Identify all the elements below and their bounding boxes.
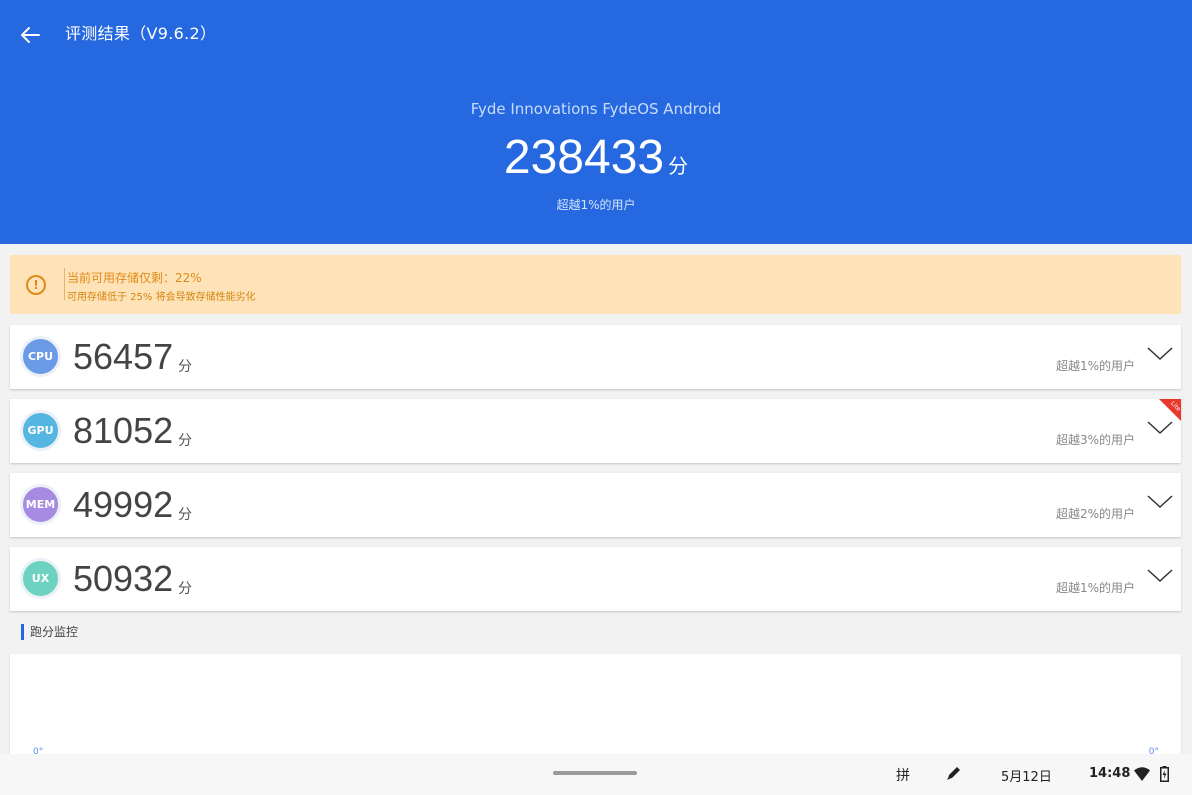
gpu-badge: GPU bbox=[20, 410, 61, 451]
total-score: 238433 分 bbox=[0, 128, 1192, 188]
mem-unit: 分 bbox=[178, 507, 192, 523]
cpu-unit: 分 bbox=[178, 359, 192, 375]
device-name: Fyde Innovations FydeOS Android bbox=[470, 100, 722, 118]
cpu-score: 56457 bbox=[73, 336, 174, 377]
mem-score: 49992 bbox=[73, 484, 174, 525]
home-gesture-handle[interactable] bbox=[553, 771, 637, 775]
total-score-unit: 分 bbox=[668, 154, 689, 178]
battery-charging-icon bbox=[1160, 766, 1169, 782]
lite-ribbon-badge: Lite bbox=[1159, 399, 1181, 421]
cpu-rank: 超越1%的用户 bbox=[1055, 359, 1135, 373]
mem-rank: 超越2%的用户 bbox=[1055, 507, 1135, 521]
total-percentile: 超越1%的用户 bbox=[556, 198, 636, 212]
cpu-badge: CPU bbox=[20, 336, 61, 377]
ux-unit: 分 bbox=[178, 581, 192, 597]
gpu-score: 81052 bbox=[73, 410, 174, 451]
gpu-unit: 分 bbox=[178, 433, 192, 449]
score-card-ux[interactable]: UX 50932 分 超越1%的用户 bbox=[10, 547, 1181, 611]
page-title: 评测结果（V9.6.2） bbox=[65, 24, 217, 43]
warning-divider bbox=[64, 268, 65, 300]
ux-score: 50932 bbox=[73, 558, 174, 599]
exclamation-circle-icon: ! bbox=[26, 275, 46, 295]
gpu-rank: 超越3%的用户 bbox=[1055, 433, 1135, 447]
monitor-section-title: 跑分监控 bbox=[21, 624, 78, 640]
score-card-gpu[interactable]: GPU 81052 分 超越3%的用户 Lite bbox=[10, 399, 1181, 463]
result-header: 评测结果（V9.6.2） Fyde Innovations FydeOS And… bbox=[0, 0, 1192, 244]
score-card-mem[interactable]: MEM 49992 分 超越2%的用户 bbox=[10, 473, 1181, 537]
chevron-down-icon[interactable] bbox=[1147, 567, 1173, 585]
wifi-icon bbox=[1134, 767, 1150, 781]
ux-rank: 超越1%的用户 bbox=[1055, 581, 1135, 595]
chevron-down-icon[interactable] bbox=[1147, 493, 1173, 511]
stylus-pen-icon[interactable] bbox=[945, 764, 963, 782]
ime-indicator[interactable]: 拼 bbox=[896, 765, 910, 785]
system-bar: 拼 5月12日 14:48 bbox=[0, 754, 1192, 795]
chevron-down-icon[interactable] bbox=[1147, 419, 1173, 437]
warning-title: 当前可用存储仅剩：22% bbox=[67, 271, 202, 285]
ux-badge: UX bbox=[20, 558, 61, 599]
total-score-value: 238433 bbox=[503, 131, 665, 184]
storage-warning: ! 当前可用存储仅剩：22% 可用存储低于 25% 将会导致存储性能劣化 bbox=[10, 255, 1181, 314]
back-button[interactable] bbox=[14, 20, 46, 50]
mem-badge: MEM bbox=[20, 484, 61, 525]
arrow-left-icon bbox=[21, 27, 40, 43]
score-card-cpu[interactable]: CPU 56457 分 超越1%的用户 bbox=[10, 325, 1181, 389]
lite-ribbon-label: Lite bbox=[1169, 400, 1181, 413]
monitor-chart-panel: 0° 0° bbox=[10, 654, 1181, 757]
status-time: 14:48 bbox=[1089, 766, 1131, 781]
chevron-down-icon[interactable] bbox=[1147, 345, 1173, 363]
warning-subtitle: 可用存储低于 25% 将会导致存储性能劣化 bbox=[67, 292, 256, 303]
status-date: 5月12日 bbox=[1001, 770, 1052, 785]
